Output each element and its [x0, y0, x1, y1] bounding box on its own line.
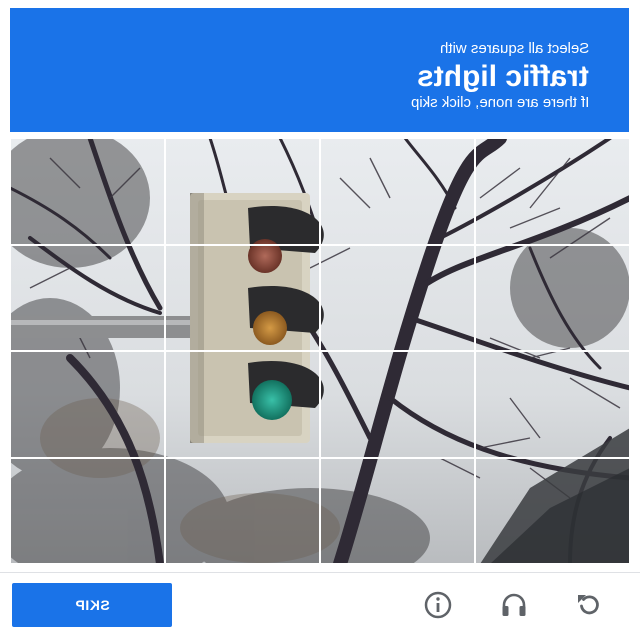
skip-hint-text: If there are none, click skip — [410, 94, 589, 111]
grid-tile-r4-c4[interactable] — [475, 457, 630, 564]
headphones-icon[interactable] — [498, 589, 530, 621]
instruction-header: Select all squares with traffic lights I… — [10, 8, 629, 132]
grid-tile-r3-c3[interactable] — [320, 351, 475, 458]
image-grid — [10, 138, 630, 564]
grid-tile-r2-c3[interactable] — [320, 244, 475, 351]
grid-tile-r4-c2[interactable] — [165, 457, 320, 564]
grid-tile-r1-c2[interactable] — [165, 138, 320, 245]
captcha-frame: Select all squares with traffic lights I… — [0, 0, 640, 640]
grid-tile-r1-c1[interactable] — [10, 138, 165, 245]
grid-tile-r3-c4[interactable] — [475, 351, 630, 458]
grid-tile-r3-c2[interactable] — [165, 351, 320, 458]
reload-icon[interactable] — [573, 589, 605, 621]
footer-divider — [0, 572, 640, 573]
info-icon[interactable] — [422, 589, 454, 621]
instruction-text: Select all squares with — [439, 40, 589, 57]
grid-tile-r1-c3[interactable] — [320, 138, 475, 245]
grid-tile-r4-c1[interactable] — [10, 457, 165, 564]
skip-button[interactable]: SKIP — [12, 583, 172, 627]
grid-tile-r3-c1[interactable] — [10, 351, 165, 458]
grid-tile-r2-c4[interactable] — [475, 244, 630, 351]
grid-tile-r2-c2[interactable] — [165, 244, 320, 351]
target-object-text: traffic lights — [417, 60, 589, 93]
grid-tile-r4-c3[interactable] — [320, 457, 475, 564]
grid-tile-r2-c1[interactable] — [10, 244, 165, 351]
skip-button-label: SKIP — [74, 597, 110, 613]
tile-grid — [10, 138, 630, 564]
grid-tile-r1-c4[interactable] — [475, 138, 630, 245]
